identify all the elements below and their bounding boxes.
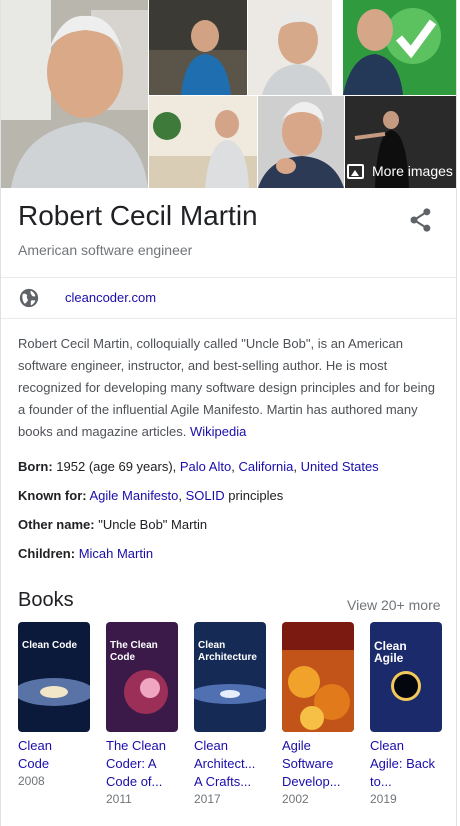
website-link[interactable]: cleancoder.com (65, 290, 156, 305)
cover-title: Clean Architecture (198, 640, 257, 663)
photo-4[interactable] (343, 0, 456, 95)
book-card[interactable]: Clean Code Clean Code 2008 (18, 622, 90, 790)
main-photo[interactable] (1, 0, 148, 188)
link-solid[interactable]: SOLID (186, 488, 225, 503)
description: Robert Cecil Martin, colloquially called… (18, 333, 443, 443)
photo-2[interactable] (149, 0, 247, 95)
fact-other-name: Other name: "Uncle Bob" Martin (18, 517, 207, 532)
fact-value: "Uncle Bob" Martin (98, 517, 208, 532)
share-button[interactable] (407, 206, 435, 234)
link-micah-martin[interactable]: Micah Martin (79, 546, 153, 561)
book-title: The Clean Coder: A Code of... (106, 738, 166, 789)
image-icon (347, 163, 364, 179)
book-cover: The Clean Code (106, 622, 178, 732)
more-images-label: More images (372, 163, 453, 179)
book-cover: Clean Code (18, 622, 90, 732)
knowledge-panel: More images Robert Cecil Martin American… (0, 0, 457, 826)
fact-known-for: Known for: Agile Manifesto, SOLID princi… (18, 488, 284, 503)
divider (1, 318, 456, 319)
fact-value: principles (228, 488, 284, 503)
cover-title: Clean Agile (374, 639, 407, 665)
divider (1, 277, 456, 278)
fact-value: 1952 (age 69 years), (56, 459, 177, 474)
fact-children: Children: Micah Martin (18, 546, 153, 561)
fact-label: Other name: (18, 517, 95, 532)
cover-title: Clean Code (22, 640, 78, 651)
globe-icon (18, 287, 40, 309)
book-title: Clean Code (18, 738, 52, 771)
book-card[interactable]: Clean Agile Clean Agile: Back to... 2019 (370, 622, 442, 808)
book-year: 2002 (282, 792, 309, 806)
fact-label: Born: (18, 459, 53, 474)
book-cover: Clean Architecture (194, 622, 266, 732)
photo-5[interactable] (149, 96, 257, 188)
cover-title: The Clean Code (110, 640, 158, 663)
view-more-books-link[interactable]: View 20+ more (347, 597, 441, 613)
photo-6[interactable] (258, 96, 344, 188)
more-images-button[interactable]: More images (341, 153, 456, 189)
photo-3[interactable] (248, 0, 332, 95)
book-card[interactable]: Clean Architecture Clean Architect... A Cr… (194, 622, 266, 808)
fact-label: Children: (18, 546, 76, 561)
book-title: Agile Software Develop... (282, 738, 341, 789)
book-title: Clean Architect... A Crafts... (194, 738, 256, 789)
fact-label: Known for: (18, 488, 87, 503)
book-cover (282, 622, 354, 732)
fact-born: Born: 1952 (age 69 years), Palo Alto, Ca… (18, 459, 379, 474)
book-year: 2019 (370, 792, 397, 806)
book-card[interactable]: Agile Software Develop... 2002 (282, 622, 354, 808)
entity-subtitle: American software engineer (18, 242, 193, 258)
link-palo-alto[interactable]: Palo Alto (180, 459, 231, 474)
share-icon (410, 208, 431, 232)
book-cover: Clean Agile (370, 622, 442, 732)
book-year: 2011 (106, 792, 132, 806)
link-agile-manifesto[interactable]: Agile Manifesto (90, 488, 179, 503)
book-year: 2008 (18, 774, 45, 788)
entity-title: Robert Cecil Martin (18, 200, 258, 231)
books-heading: Books (18, 589, 74, 611)
book-year: 2017 (194, 792, 221, 806)
wikipedia-link[interactable]: Wikipedia (190, 424, 246, 439)
book-title: Clean Agile: Back to... (370, 738, 436, 789)
link-california[interactable]: California (238, 459, 293, 474)
link-united-states[interactable]: United States (301, 459, 379, 474)
book-card[interactable]: The Clean Code The Clean Coder: A Code of.… (106, 622, 178, 808)
